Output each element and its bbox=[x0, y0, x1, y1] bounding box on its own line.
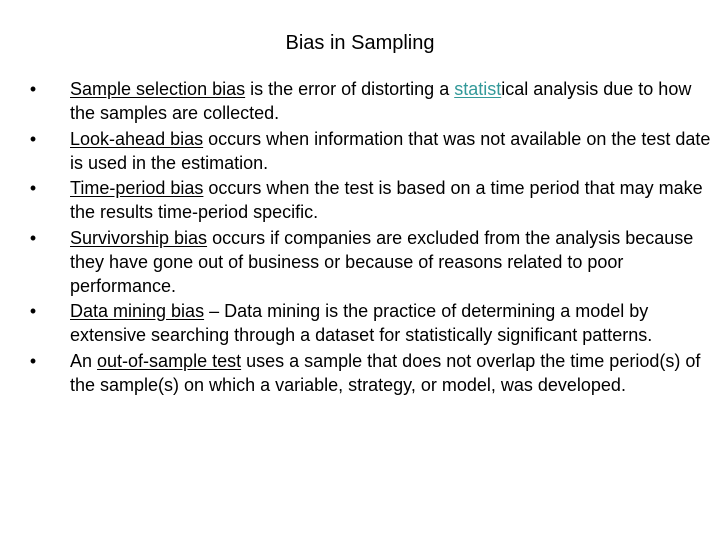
bullet-item-out-of-sample-test: • An out-of-sample test uses a sample th… bbox=[27, 349, 717, 397]
bullet-item-sample-selection-bias: • Sample selection bias is the error of … bbox=[27, 77, 717, 125]
term-survivorship-bias: Survivorship bias bbox=[70, 227, 208, 248]
bullet-icon: • bbox=[29, 350, 37, 371]
term-sample-selection-bias: Sample selection bias bbox=[70, 79, 246, 99]
bullet-icon: • bbox=[29, 128, 37, 149]
bullet-list: • Sample selection bias is the error of … bbox=[27, 77, 717, 398]
bullet-item-survivorship-bias: • Survivorship bias occurs if companies … bbox=[27, 226, 717, 298]
term-data-mining-bias: Data mining bias bbox=[70, 301, 205, 321]
bullet-text: is the error of distorting a bbox=[245, 79, 455, 99]
bullet-icon: • bbox=[29, 301, 37, 321]
statistical-link[interactable]: statist bbox=[454, 79, 501, 99]
term-look-ahead-bias: Look-ahead bias bbox=[70, 128, 204, 149]
bullet-icon: • bbox=[29, 178, 37, 198]
bullet-icon: • bbox=[29, 227, 37, 248]
term-time-period-bias: Time-period bias bbox=[70, 178, 204, 198]
bullet-icon: • bbox=[29, 79, 37, 99]
term-out-of-sample-test: out-of-sample test bbox=[97, 350, 242, 371]
bullet-item-time-period-bias: • Time-period bias occurs when the test … bbox=[27, 176, 717, 224]
bullet-item-data-mining-bias: • Data mining bias – Data mining is the … bbox=[27, 299, 717, 347]
bullet-item-look-ahead-bias: • Look-ahead bias occurs when informatio… bbox=[27, 127, 717, 175]
bullet-prefix: An bbox=[70, 350, 98, 371]
slide-title: Bias in Sampling bbox=[285, 32, 435, 54]
